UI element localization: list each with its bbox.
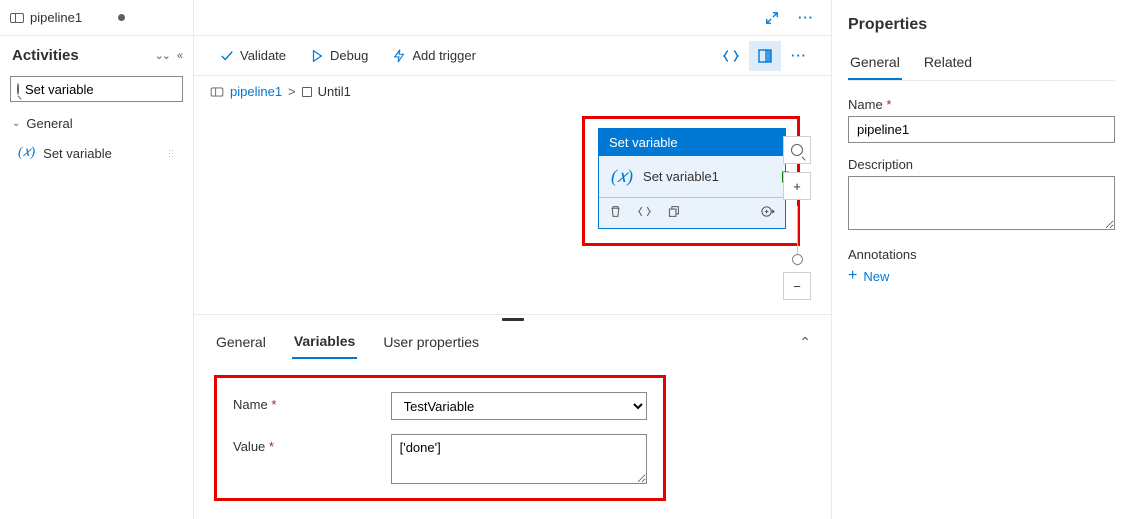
validate-button[interactable]: Validate xyxy=(210,43,296,68)
zoom-out-button[interactable]: − xyxy=(783,272,811,300)
chevron-down-icon: ⌄ xyxy=(12,118,20,129)
plus-icon: + xyxy=(848,268,857,284)
activity-item-set-variable[interactable]: 𝑥 Set variable xyxy=(10,139,183,167)
variable-name-select[interactable]: TestVariable xyxy=(391,392,647,420)
canvas[interactable]: pipeline1 > Until1 Set variable 𝑥 Set va… xyxy=(194,76,831,314)
validate-label: Validate xyxy=(240,48,286,63)
delete-icon[interactable] xyxy=(609,205,622,221)
activity-card-name: Set variable1 xyxy=(643,169,719,184)
trigger-label: Add trigger xyxy=(412,48,476,63)
tab-variables[interactable]: Variables xyxy=(292,325,358,359)
tab-user-properties[interactable]: User properties xyxy=(381,326,481,358)
breadcrumb-separator: > xyxy=(288,84,296,99)
prop-tab-general[interactable]: General xyxy=(848,48,902,80)
prop-annotations-label: Annotations xyxy=(848,247,1115,262)
expand-button[interactable] xyxy=(757,4,787,32)
pipeline-tab[interactable]: pipeline1 xyxy=(10,10,125,25)
activities-heading: Activities xyxy=(12,47,79,64)
add-output-icon[interactable] xyxy=(760,204,775,222)
prop-description-input[interactable] xyxy=(848,176,1115,230)
breadcrumb-root[interactable]: pipeline1 xyxy=(230,84,282,99)
activity-item-label: Set variable xyxy=(43,146,112,161)
prop-name-label: Name * xyxy=(848,97,1115,112)
top-more-button[interactable]: ··· xyxy=(791,4,821,32)
variable-icon: 𝑥 xyxy=(18,145,35,161)
variable-value-input[interactable]: ['done'] xyxy=(391,434,647,484)
add-annotation-button[interactable]: + New xyxy=(848,268,1115,284)
prop-description-label: Description xyxy=(848,157,1115,172)
add-trigger-button[interactable]: Add trigger xyxy=(382,43,486,68)
code-icon[interactable] xyxy=(638,205,651,221)
zoom-thumb[interactable] xyxy=(792,254,803,265)
tab-general[interactable]: General xyxy=(214,326,268,358)
variable-icon: 𝑥 xyxy=(611,166,633,187)
prop-tab-related[interactable]: Related xyxy=(922,48,974,80)
clone-icon[interactable] xyxy=(667,205,680,221)
breadcrumb-child: Until1 xyxy=(318,84,351,99)
zoom-fit-button[interactable] xyxy=(783,136,811,164)
toolbar-more-button[interactable]: ··· xyxy=(783,41,815,71)
breadcrumb: pipeline1 > Until1 xyxy=(210,84,351,99)
activities-search[interactable] xyxy=(10,76,183,102)
pipeline-icon xyxy=(10,13,24,23)
highlight-annotation: Name * TestVariable Value * ['done'] xyxy=(214,375,666,501)
unsaved-indicator-icon xyxy=(118,14,125,21)
variable-value-label: Value * xyxy=(233,434,391,454)
collapse-panel-icon[interactable]: « xyxy=(177,50,181,62)
variable-name-label: Name * xyxy=(233,392,391,412)
collapse-groups-icon[interactable]: ⌄⌄ xyxy=(154,49,168,62)
activities-search-input[interactable] xyxy=(25,82,201,97)
pipeline-icon xyxy=(211,87,224,96)
new-label: New xyxy=(863,269,889,284)
zoom-slider[interactable] xyxy=(797,206,798,266)
panel-resize-handle[interactable] xyxy=(194,315,831,323)
debug-button[interactable]: Debug xyxy=(300,43,378,68)
iteration-icon xyxy=(302,87,312,97)
drag-handle-icon xyxy=(169,150,175,157)
tab-title: pipeline1 xyxy=(30,10,82,25)
search-icon xyxy=(17,83,19,95)
zoom-in-button[interactable]: + xyxy=(783,172,811,200)
debug-label: Debug xyxy=(330,48,368,63)
activity-card-header: Set variable xyxy=(599,129,785,156)
prop-name-input[interactable] xyxy=(848,116,1115,143)
search-icon xyxy=(791,144,803,156)
properties-toggle-button[interactable] xyxy=(749,41,781,71)
activity-card-set-variable[interactable]: Set variable 𝑥 Set variable1 xyxy=(598,128,786,229)
code-view-button[interactable] xyxy=(715,41,747,71)
collapse-panel-button[interactable]: ⌃ xyxy=(799,334,811,351)
group-label: General xyxy=(26,116,72,131)
properties-heading: Properties xyxy=(848,16,1115,34)
activity-group-general[interactable]: ⌄ General xyxy=(0,110,193,137)
